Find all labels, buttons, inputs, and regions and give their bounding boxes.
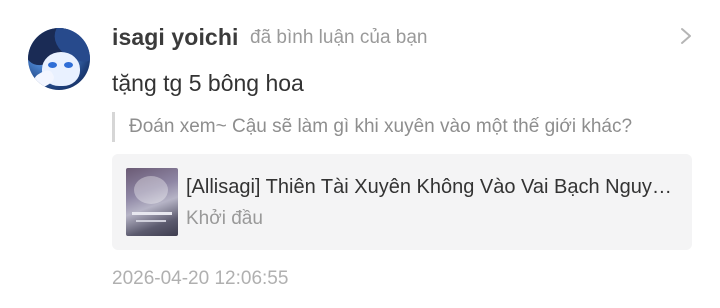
story-card[interactable]: [Allisagi] Thiên Tài Xuyên Không Vào Vai… <box>112 154 692 250</box>
comment-text: tặng tg 5 bông hoa <box>112 70 304 96</box>
story-cover <box>126 168 178 236</box>
avatar[interactable] <box>28 28 90 90</box>
chevron-right-icon[interactable] <box>676 26 696 46</box>
quoted-comment: Đoán xem~ Cậu sẽ làm gì khi xuyên vào mộ… <box>112 112 632 142</box>
username[interactable]: isagi yoichi <box>112 24 238 51</box>
story-title: [Allisagi] Thiên Tài Xuyên Không Vào Vai… <box>186 176 674 198</box>
story-chapter: Khởi đầu <box>186 208 263 229</box>
action-text: đã bình luận của bạn <box>250 27 428 48</box>
timestamp: 2026-04-20 12:06:55 <box>112 268 289 289</box>
